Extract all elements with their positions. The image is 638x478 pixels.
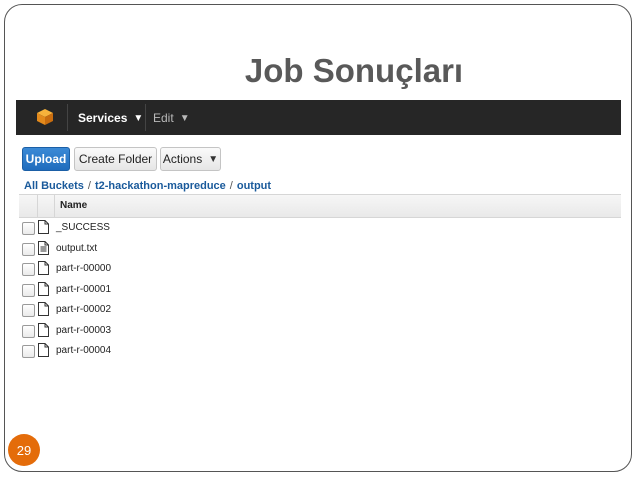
breadcrumb: All Buckets / t2-hackathon-mapreduce / outpu… [24, 180, 271, 192]
table-header: Name [19, 194, 621, 218]
actions-button[interactable]: Actions ▼ [160, 147, 221, 171]
column-divider [37, 195, 38, 217]
file-name[interactable]: part-r-00000 [56, 263, 111, 274]
services-menu[interactable]: Services ▼ [78, 111, 143, 125]
text-file-icon [38, 240, 49, 255]
breadcrumb-separator: / [87, 180, 91, 192]
chevron-down-icon: ▼ [133, 113, 144, 124]
chevron-down-icon: ▼ [208, 153, 219, 165]
breadcrumb-bucket[interactable]: t2-hackathon-mapreduce [95, 180, 226, 192]
file-name[interactable]: part-r-00003 [56, 325, 111, 336]
s3-console-screenshot: Services ▼ Edit ▼ Upload Create Folder Act… [16, 100, 621, 368]
services-label: Services [78, 111, 128, 125]
row-checkbox[interactable] [22, 345, 35, 358]
file-icon [38, 302, 49, 316]
breadcrumb-all-buckets[interactable]: All Buckets [24, 180, 84, 192]
row-checkbox[interactable] [22, 283, 35, 297]
chevron-down-icon: ▼ [179, 113, 190, 124]
breadcrumb-separator: / [229, 180, 233, 192]
table-row[interactable]: part-r-00000 [19, 260, 621, 281]
navbar-divider [145, 104, 146, 131]
file-icon [38, 281, 49, 296]
page-number-badge: 29 [8, 434, 40, 466]
row-checkbox[interactable] [22, 242, 35, 256]
aws-cube-icon[interactable] [36, 108, 54, 126]
row-checkbox[interactable] [22, 324, 35, 338]
file-icon [38, 343, 49, 357]
table-row[interactable]: output.txt [19, 240, 621, 261]
file-name[interactable]: part-r-00002 [56, 304, 111, 315]
table-row[interactable]: part-r-00001 [19, 281, 621, 302]
table-row[interactable]: _SUCCESS [19, 219, 621, 240]
table-row[interactable]: part-r-00002 [19, 301, 621, 322]
edit-label: Edit [153, 111, 174, 125]
file-icon [38, 322, 49, 337]
edit-menu[interactable]: Edit ▼ [153, 111, 190, 125]
row-checkbox[interactable] [22, 263, 35, 276]
file-icon [38, 220, 49, 234]
upload-button[interactable]: Upload [22, 147, 70, 171]
table-row[interactable]: part-r-00004 [19, 342, 621, 363]
row-checkbox[interactable] [22, 222, 35, 235]
file-name[interactable]: output.txt [56, 243, 97, 254]
file-icon [38, 261, 49, 275]
top-navbar: Services ▼ Edit ▼ [16, 100, 621, 135]
file-name[interactable]: _SUCCESS [56, 222, 110, 233]
row-checkbox[interactable] [22, 304, 35, 317]
file-name[interactable]: part-r-00001 [56, 284, 111, 295]
breadcrumb-output[interactable]: output [237, 180, 271, 192]
actions-label: Actions [162, 152, 203, 166]
slide-title: Job Sonuçları [244, 52, 464, 89]
navbar-divider [67, 104, 68, 131]
name-column-header[interactable]: Name [60, 200, 87, 211]
column-divider [54, 195, 55, 217]
table-row[interactable]: part-r-00003 [19, 322, 621, 343]
create-folder-button[interactable]: Create Folder [74, 147, 157, 171]
file-name[interactable]: part-r-00004 [56, 345, 111, 356]
